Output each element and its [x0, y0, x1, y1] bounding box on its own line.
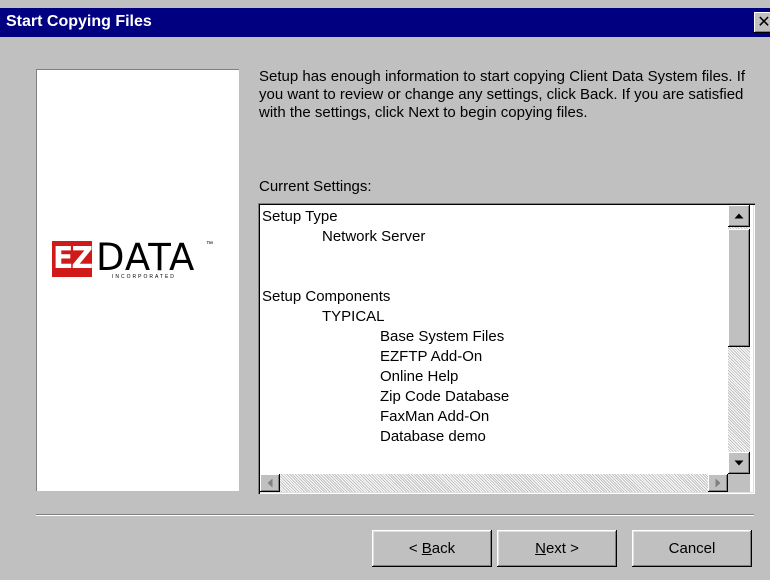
ez-data-logo: EZ DATA ™ INCORPORATED [52, 236, 228, 281]
back-accelerator: B [421, 540, 432, 557]
settings-line: Setup Type [262, 208, 338, 225]
settings-line: EZFTP Add-On [380, 348, 483, 365]
separator-line [36, 514, 754, 516]
settings-line: Zip Code Database [380, 388, 510, 405]
settings-line: Database demo [380, 428, 486, 445]
settings-line: Setup Components [262, 288, 391, 305]
settings-line: TYPICAL [322, 308, 385, 325]
cancel-label: Cancel [668, 540, 716, 557]
settings-list: Setup Type Network Server Setup Components… [262, 207, 726, 447]
scroll-thumb[interactable] [728, 229, 750, 347]
next-button[interactable]: Next > [497, 530, 617, 567]
next-label: ext > [545, 540, 579, 557]
title-bar: Start Copying Files ✕ [0, 8, 770, 37]
back-prefix: < [408, 540, 422, 557]
settings-line [262, 267, 726, 287]
vertical-scrollbar[interactable] [728, 205, 750, 474]
description-text: Setup has enough information to start co… [259, 68, 746, 121]
current-settings-label: Current Settings: [259, 178, 372, 195]
scrollbar-corner [728, 474, 750, 492]
settings-line [262, 247, 726, 267]
back-label: ack [431, 540, 456, 557]
window-title: Start Copying Files [6, 13, 152, 30]
arrow-down-icon [734, 460, 744, 466]
setup-dialog: Start Copying Files ✕ EZ DATA ™ INCORPOR… [0, 0, 770, 580]
settings-line: FaxMan Add-On [380, 408, 490, 425]
arrow-left-icon [267, 478, 273, 488]
arrow-up-icon [734, 213, 744, 219]
scroll-right-button[interactable] [708, 474, 728, 492]
close-icon: ✕ [757, 14, 770, 31]
close-button[interactable]: ✕ [754, 12, 770, 33]
logo-subtitle: INCORPORATED [112, 274, 176, 280]
scroll-down-button[interactable] [728, 452, 750, 474]
logo-panel: EZ DATA ™ INCORPORATED [36, 69, 239, 491]
arrow-right-icon [715, 478, 721, 488]
logo-trademark: ™ [206, 241, 213, 248]
settings-line: Base System Files [380, 328, 505, 345]
cancel-button[interactable]: Cancel [632, 530, 752, 567]
scroll-up-button[interactable] [728, 205, 750, 227]
settings-line: Network Server [322, 228, 426, 245]
back-button[interactable]: < Back [372, 530, 492, 567]
settings-line: Online Help [380, 368, 459, 385]
horizontal-scrollbar[interactable] [260, 474, 728, 492]
scroll-left-button[interactable] [260, 474, 280, 492]
next-accelerator: N [535, 540, 546, 557]
logo-word: DATA [96, 236, 196, 279]
current-settings-listbox[interactable]: Setup Type Network Server Setup Components… [258, 203, 755, 494]
logo-mark: EZ [52, 241, 93, 277]
